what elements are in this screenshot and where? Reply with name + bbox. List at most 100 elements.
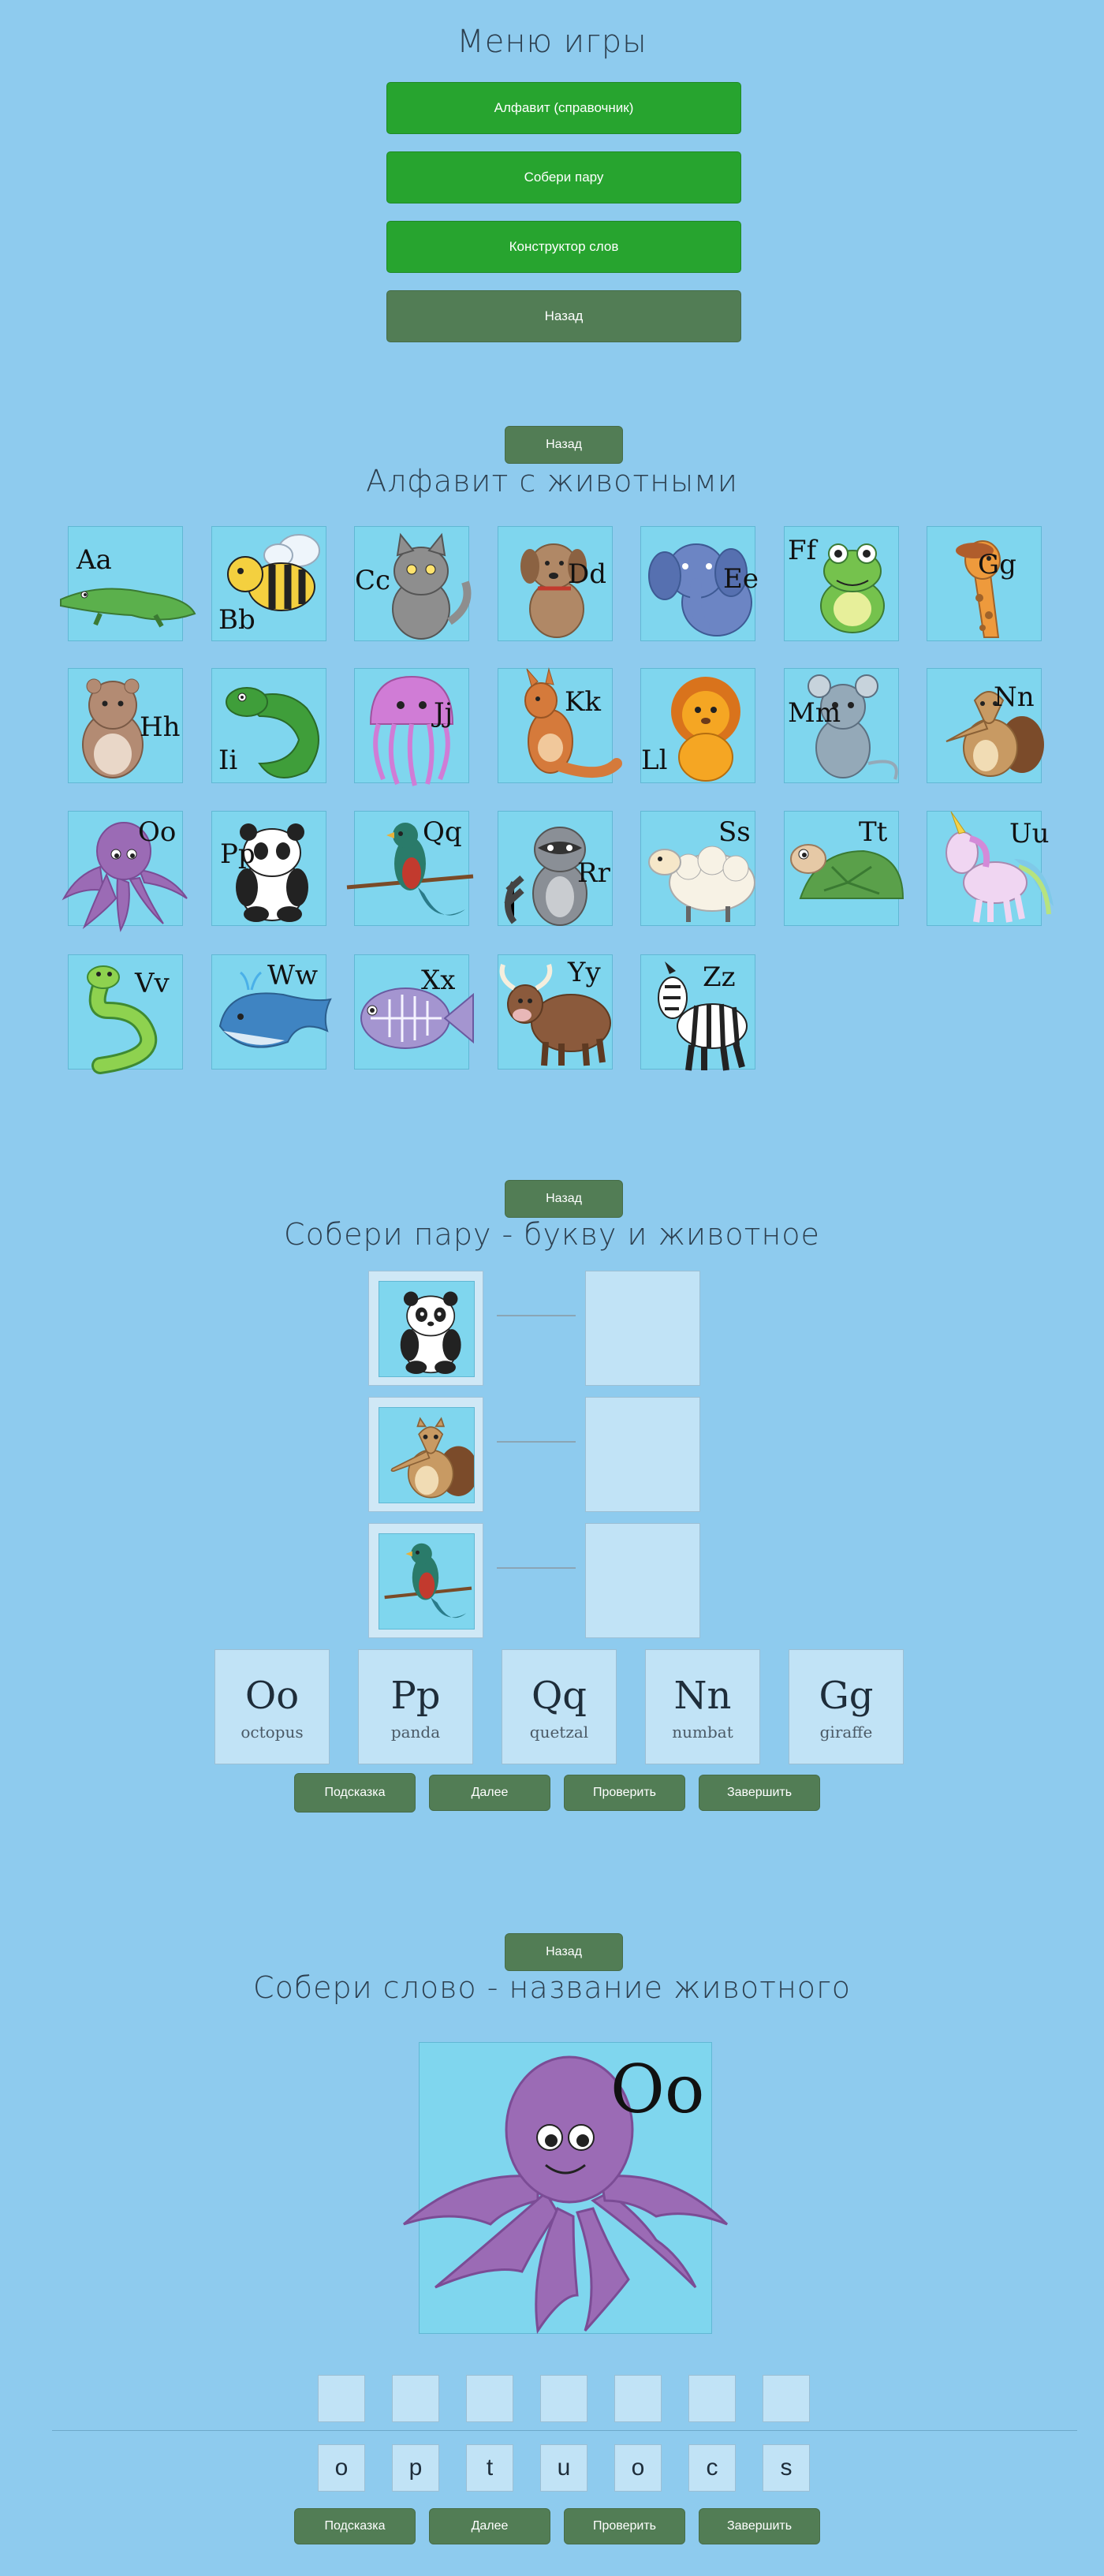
tile-letters: Pp xyxy=(220,838,255,870)
pair-drop-slot[interactable] xyxy=(585,1271,700,1386)
pairs-finish-button[interactable]: Завершить xyxy=(699,1775,820,1811)
alphabet-tile-m[interactable]: Mm xyxy=(784,668,899,783)
tile-letters: Ss xyxy=(718,816,751,848)
word-divider xyxy=(52,2430,1077,2431)
tile-letters: Oo xyxy=(138,816,177,848)
word-answer-slot[interactable] xyxy=(614,2375,662,2422)
alphabet-tile-f[interactable]: Ff xyxy=(784,526,899,641)
tile-letters: Aa xyxy=(76,544,112,576)
tile-letters: Xx xyxy=(421,965,456,996)
pairs-back-button[interactable]: Назад xyxy=(505,1180,623,1218)
words-check-button[interactable]: Проверить xyxy=(564,2508,685,2544)
alphabet-tile-a[interactable]: Aa xyxy=(60,526,196,641)
alphabet-tile-k[interactable]: Kk xyxy=(498,667,622,783)
tile-letters: Bb xyxy=(218,604,255,636)
alphabet-back-button[interactable]: Назад xyxy=(505,426,623,464)
alphabet-tile-j[interactable]: Jj xyxy=(354,668,469,786)
pairs-check-button[interactable]: Проверить xyxy=(564,1775,685,1811)
pair-animal-box xyxy=(368,1523,483,1638)
numbat-icon xyxy=(390,1417,474,1499)
tile-letters: Tt xyxy=(859,816,888,848)
pair-drop-slot[interactable] xyxy=(585,1397,700,1512)
letter-card-gg[interactable]: Gg giraffe xyxy=(789,1649,904,1764)
alphabet-tile-t[interactable]: Tt xyxy=(784,811,904,926)
pair-animal-box xyxy=(368,1271,483,1386)
tile-letters: Ii xyxy=(218,745,238,776)
alphabet-tile-n[interactable]: Nn xyxy=(927,668,1044,783)
pair-line xyxy=(497,1567,576,1569)
letter-card-oo[interactable]: Oo octopus xyxy=(214,1649,330,1764)
card-word: quetzal xyxy=(529,1723,589,1742)
giraffe-icon xyxy=(956,540,1001,638)
tile-letters: Dd xyxy=(568,558,607,590)
tile-letters: Ff xyxy=(788,535,817,566)
alphabet-tile-s[interactable]: Ss xyxy=(640,811,755,926)
tile-letters: Cc xyxy=(355,565,391,596)
letter-card-qq[interactable]: Qq quetzal xyxy=(502,1649,617,1764)
alphabet-tile-c[interactable]: Cc xyxy=(354,526,472,641)
word-answer-slot[interactable] xyxy=(763,2375,810,2422)
alphabet-tile-l[interactable]: Ll xyxy=(640,668,755,783)
word-letter-tile[interactable]: s xyxy=(763,2444,810,2492)
alphabet-tile-e[interactable]: Ee xyxy=(640,526,759,641)
words-finish-button[interactable]: Завершить xyxy=(699,2508,820,2544)
letter-card-pp[interactable]: Pp panda xyxy=(358,1649,473,1764)
alphabet-menu-button[interactable]: Алфавит (справочник) xyxy=(386,82,741,134)
card-letters: Oo xyxy=(244,1674,300,1718)
tile-letters: Yy xyxy=(568,957,601,988)
alphabet-tile-x[interactable]: Xx xyxy=(354,954,474,1070)
card-letters: Qq xyxy=(531,1674,587,1718)
word-letter-tile[interactable]: o xyxy=(614,2444,662,2492)
word-answer-slot[interactable] xyxy=(392,2375,439,2422)
word-builder-menu-button[interactable]: Конструктор слов xyxy=(386,221,741,273)
word-answer-slot[interactable] xyxy=(688,2375,736,2422)
tile-letters: Ww xyxy=(267,960,319,991)
alphabet-tile-r[interactable]: Rr xyxy=(498,811,613,926)
word-picture: Oo xyxy=(403,2042,729,2335)
alphabet-tile-y[interactable]: Yy xyxy=(498,954,613,1070)
words-hint-button[interactable]: Подсказка xyxy=(294,2508,416,2544)
pairs-menu-button[interactable]: Собери пару xyxy=(386,151,741,203)
alphabet-tile-u[interactable]: Uu xyxy=(927,811,1054,926)
alphabet-tile-o[interactable]: Oo xyxy=(62,811,188,932)
word-answer-slot[interactable] xyxy=(466,2375,513,2422)
alphabet-tile-q[interactable]: Qq xyxy=(346,811,474,926)
alphabet-tile-p[interactable]: Pp xyxy=(211,811,326,926)
alphabet-tile-i[interactable]: Ii xyxy=(211,668,326,783)
word-letter-tile[interactable]: p xyxy=(392,2444,439,2492)
word-picture-letters: Oo xyxy=(610,2051,705,2128)
pair-line xyxy=(497,1441,576,1443)
pairs-next-button[interactable]: Далее xyxy=(429,1775,550,1811)
tile-letters: Mm xyxy=(788,697,841,729)
alphabet-tile-h[interactable]: Hh xyxy=(68,668,183,783)
card-letters: Pp xyxy=(390,1674,441,1718)
word-answer-slot[interactable] xyxy=(540,2375,587,2422)
word-answer-slot[interactable] xyxy=(318,2375,365,2422)
word-letter-tile[interactable]: o xyxy=(318,2444,365,2492)
alphabet-tile-v[interactable]: Vv xyxy=(68,954,183,1074)
alphabet-title: Алфавит с животными xyxy=(366,464,738,498)
tile-letters: Hh xyxy=(140,711,181,743)
alphabet-tile-b[interactable]: Bb xyxy=(211,526,326,641)
alphabet-tile-g[interactable]: Gg xyxy=(927,526,1042,641)
tile-letters: Rr xyxy=(577,857,610,889)
word-letter-tile[interactable]: c xyxy=(688,2444,736,2492)
tile-letters: Ee xyxy=(723,563,759,595)
words-back-button[interactable]: Назад xyxy=(505,1933,623,1971)
letter-card-nn[interactable]: Nn numbat xyxy=(645,1649,760,1764)
tile-letters: Ll xyxy=(641,745,668,776)
alphabet-tile-d[interactable]: Dd xyxy=(498,526,613,641)
tile-letters: Nn xyxy=(994,681,1035,713)
tile-letters: Vv xyxy=(135,968,170,999)
words-next-button[interactable]: Далее xyxy=(429,2508,550,2544)
word-letter-tile[interactable]: u xyxy=(540,2444,587,2492)
tile-letters: Gg xyxy=(978,549,1016,581)
words-title: Собери слово - название животного xyxy=(253,1970,851,2005)
alphabet-tile-z[interactable]: Zz xyxy=(640,954,755,1071)
menu-back-button[interactable]: Назад xyxy=(386,290,741,342)
alphabet-tile-w[interactable]: Ww xyxy=(211,954,332,1070)
pairs-hint-button[interactable]: Подсказка xyxy=(294,1773,416,1813)
word-letter-tile[interactable]: t xyxy=(466,2444,513,2492)
card-word: octopus xyxy=(241,1723,304,1742)
pair-drop-slot[interactable] xyxy=(585,1523,700,1638)
